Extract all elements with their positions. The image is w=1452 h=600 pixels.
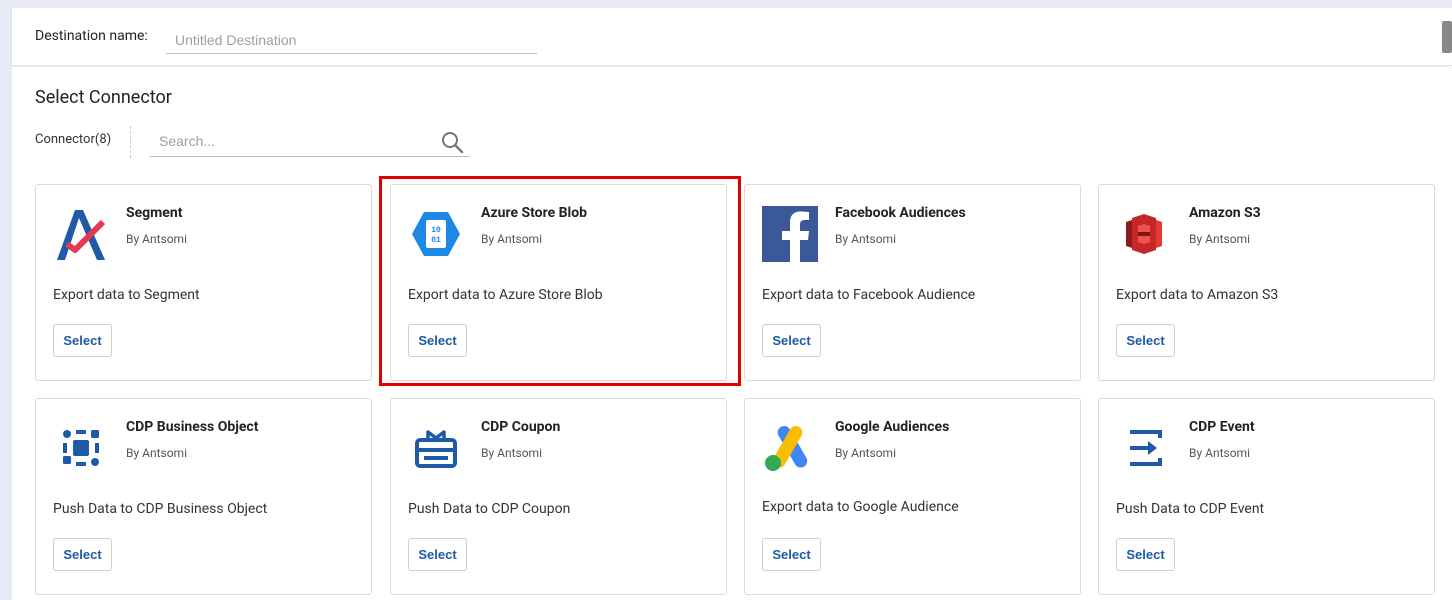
svg-text:10: 10 [431,226,441,235]
select-cdp-coupon-button[interactable]: Select [408,538,467,571]
connector-card-cdp-event[interactable]: CDP Event By Antsomi Push Data to CDP Ev… [1098,398,1435,595]
event-icon [1116,418,1172,478]
connector-name: Google Audiences [835,419,950,435]
connector-card-segment[interactable]: Segment By Antsomi Export data to Segmen… [35,184,372,381]
connector-author: By Antsomi [126,232,187,246]
connector-name: Facebook Audiences [835,205,966,221]
select-cdp-business-object-button[interactable]: Select [53,538,112,571]
business-object-icon [53,418,109,478]
connector-description: Export data to Segment [53,287,200,303]
connector-author: By Antsomi [835,446,896,460]
select-cdp-event-button[interactable]: Select [1116,538,1175,571]
svg-text:01: 01 [431,236,441,245]
connector-card-amazon-s3[interactable]: Amazon S3 By Antsomi Export data to Amaz… [1098,184,1435,381]
connector-description: Export data to Google Audience [762,499,959,515]
divider [130,126,131,158]
select-amazon-s3-button[interactable]: Select [1116,324,1175,357]
select-facebook-audiences-button[interactable]: Select [762,324,821,357]
amazon-s3-logo-icon [1116,204,1172,264]
connector-card-facebook-audiences[interactable]: Facebook Audiences By Antsomi Export dat… [744,184,1081,381]
azure-blob-logo-icon: 10 01 [408,204,464,264]
connector-card-cdp-business-object[interactable]: CDP Business Object By Antsomi Push Data… [35,398,372,595]
coupon-icon [408,418,464,478]
connector-author: By Antsomi [481,446,542,460]
connector-description: Push Data to CDP Business Object [53,501,268,517]
connector-card-cdp-coupon[interactable]: CDP Coupon By Antsomi Push Data to CDP C… [390,398,727,595]
destination-header: Destination name: [12,8,1452,66]
search-box [150,126,470,157]
segment-logo-icon [53,204,109,264]
connector-description: Push Data to CDP Coupon [408,501,571,517]
connector-name: Amazon S3 [1189,205,1261,221]
connector-description: Export data to Azure Store Blob [408,287,603,303]
destination-panel: Destination name: Select Connector Conne… [12,8,1452,600]
connector-name: CDP Coupon [481,419,561,435]
search-input[interactable] [150,126,430,156]
connector-author: By Antsomi [1189,232,1250,246]
select-azure-store-blob-button[interactable]: Select [408,324,467,357]
connector-card-google-audiences[interactable]: Google Audiences By Antsomi Export data … [744,398,1081,595]
google-ads-logo-icon [762,418,818,478]
connector-description: Push Data to CDP Event [1116,501,1265,517]
connector-name: Azure Store Blob [481,205,588,221]
select-google-audiences-button[interactable]: Select [762,538,821,571]
connector-author: By Antsomi [1189,446,1250,460]
connector-description: Export data to Facebook Audience [762,287,976,303]
select-segment-button[interactable]: Select [53,324,112,357]
facebook-logo-icon [762,204,818,264]
scrollbar-thumb[interactable] [1442,21,1452,53]
destination-name-input[interactable] [166,26,537,54]
connector-author: By Antsomi [481,232,542,246]
connector-name: CDP Event [1189,419,1255,435]
connector-name: CDP Business Object [126,419,259,435]
connector-name: Segment [126,205,183,221]
search-icon[interactable] [440,130,464,154]
connector-count: Connector(8) [35,132,112,147]
connector-author: By Antsomi [126,446,187,460]
connector-author: By Antsomi [835,232,896,246]
connector-description: Export data to Amazon S3 [1116,287,1279,303]
connector-card-azure-store-blob[interactable]: 10 01 Azure Store Blob By Antsomi Export… [390,184,727,381]
destination-name-label: Destination name: [35,28,148,44]
section-title: Select Connector [35,87,172,108]
